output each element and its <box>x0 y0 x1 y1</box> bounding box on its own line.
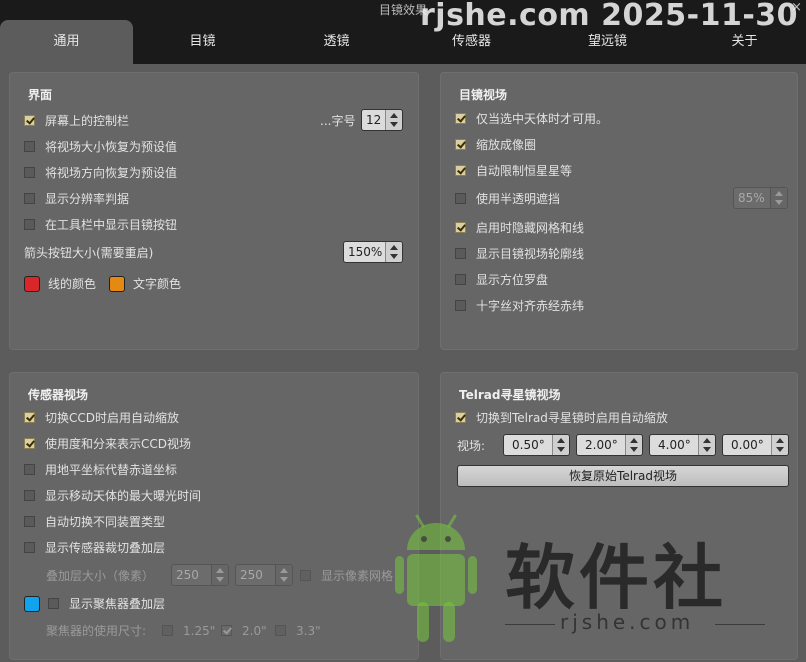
checkbox-box[interactable] <box>455 193 466 204</box>
onscreen-control-checkbox[interactable]: 屏幕上的控制栏 <box>24 112 129 130</box>
toolbar-button-checkbox[interactable]: 在工具栏中显示目镜按钮 <box>24 216 177 234</box>
checkbox-box[interactable] <box>455 165 466 176</box>
checkbox-box[interactable] <box>455 300 466 311</box>
reset-telrad-button[interactable]: 恢复原始Telrad视场 <box>457 465 789 487</box>
spin-arrows-icon[interactable] <box>275 565 292 585</box>
telrad-fov-3-spinbox[interactable]: 4.00° <box>649 434 716 456</box>
spin-arrows-icon[interactable] <box>625 435 642 455</box>
only-selected-checkbox[interactable]: 仅当选中天体时才可用。 <box>455 110 608 128</box>
checkbox-box[interactable] <box>24 115 35 126</box>
checkbox-box[interactable] <box>24 464 35 475</box>
font-size-label: ...字号 <box>320 114 356 128</box>
site-watermark: 软件社 <box>505 537 727 619</box>
site-watermark-url: rjshe.com <box>560 610 695 634</box>
checkbox-box[interactable] <box>24 516 35 527</box>
degrees-minutes-checkbox[interactable]: 使用度和分来表示CCD视场 <box>24 435 191 453</box>
line-color-picker[interactable]: 线的颜色 <box>24 275 96 293</box>
focuser-size-20-checkbox[interactable]: 2.0" <box>221 622 267 640</box>
text-color-swatch[interactable] <box>109 275 125 292</box>
checkbox-box[interactable] <box>48 598 59 609</box>
horizontal-coords-checkbox[interactable]: 用地平坐标代替赤道坐标 <box>24 461 177 479</box>
spin-arrows-icon[interactable] <box>385 110 402 130</box>
watermark-divider <box>715 624 765 625</box>
reset-orientation-checkbox[interactable]: 将视场方向恢复为预设值 <box>24 164 177 182</box>
limit-magnitude-checkbox[interactable]: 自动限制恒星星等 <box>455 162 572 180</box>
checkbox-box[interactable] <box>221 625 232 636</box>
interface-group: 界面 屏幕上的控制栏 ...字号 12 将视场大小恢复为预设值 将视场方向恢复为… <box>9 72 419 350</box>
scale-circle-checkbox[interactable]: 缩放成像圈 <box>455 136 536 154</box>
arrow-size-spinbox[interactable]: 150% <box>343 241 403 263</box>
checkbox-box[interactable] <box>162 625 173 636</box>
checkbox-box[interactable] <box>24 193 35 204</box>
telrad-fov-2-spinbox[interactable]: 2.00° <box>576 434 643 456</box>
checkbox-box[interactable] <box>24 141 35 152</box>
focuser-overlay-row[interactable]: 显示聚焦器叠加层 <box>24 595 165 613</box>
font-size-spinbox[interactable]: 12 <box>361 109 403 131</box>
overlay-size-label: 叠加层大小（像素） <box>46 569 155 583</box>
overlay-height-spinbox[interactable]: 250 <box>235 564 293 586</box>
hide-grid-checkbox[interactable]: 启用时隐藏网格和线 <box>455 219 584 237</box>
spin-arrows-icon[interactable] <box>771 435 788 455</box>
telrad-title: Telrad寻星镜视场 <box>459 388 561 402</box>
eyepiece-fov-title: 目镜视场 <box>459 88 508 102</box>
checkbox-box[interactable] <box>24 542 35 553</box>
checkbox-box[interactable] <box>455 248 466 259</box>
android-logo-icon <box>395 514 477 642</box>
spin-arrows-icon[interactable] <box>552 435 569 455</box>
auto-switch-checkbox[interactable]: 自动切换不同装置类型 <box>24 513 165 531</box>
crop-overlay-checkbox[interactable]: 显示传感器裁切叠加层 <box>24 539 165 557</box>
pixel-grid-checkbox[interactable]: 显示像素网格 <box>300 567 393 585</box>
show-compass-checkbox[interactable]: 显示方位罗盘 <box>455 271 548 289</box>
eyepiece-fov-group: 目镜视场 仅当选中天体时才可用。 缩放成像圈 自动限制恒星星等 使用半透明遮挡 … <box>440 72 798 350</box>
tab-telescopes[interactable]: 望远镜 <box>541 20 674 64</box>
checkbox-box[interactable] <box>24 219 35 230</box>
text-color-picker[interactable]: 文字颜色 <box>109 275 181 293</box>
interface-group-title: 界面 <box>28 88 53 102</box>
checkbox-box[interactable] <box>455 139 466 150</box>
focuser-size-label: 聚焦器的使用尺寸: <box>46 624 147 638</box>
arrow-size-label: 箭头按钮大小(需要重启) <box>24 246 154 260</box>
tab-about[interactable]: 关于 <box>678 20 806 64</box>
tab-sensors[interactable]: 传感器 <box>405 20 538 64</box>
telrad-fov-label: 视场: <box>457 439 486 453</box>
checkbox-box[interactable] <box>24 412 35 423</box>
line-color-swatch[interactable] <box>24 275 40 292</box>
checkbox-box[interactable] <box>24 167 35 178</box>
sensor-fov-group: 传感器视场 切换CCD时启用自动缩放 使用度和分来表示CCD视场 用地平坐标代替… <box>9 372 419 660</box>
reset-size-checkbox[interactable]: 将视场大小恢复为预设值 <box>24 138 177 156</box>
watermark-divider <box>505 624 555 625</box>
semi-transparent-checkbox[interactable]: 使用半透明遮挡 <box>455 190 560 208</box>
tab-eyepieces[interactable]: 目镜 <box>136 20 269 64</box>
spin-arrows-icon[interactable] <box>698 435 715 455</box>
tab-bar: 通用 目镜 透镜 传感器 望远镜 关于 <box>0 20 806 64</box>
sensor-fov-title: 传感器视场 <box>28 388 89 402</box>
max-exposure-checkbox[interactable]: 显示移动天体的最大曝光时间 <box>24 487 201 505</box>
focuser-size-125-checkbox[interactable]: 1.25" <box>162 622 215 640</box>
telrad-auto-zoom-checkbox[interactable]: 切换到Telrad寻星镜时启用自动缩放 <box>455 409 668 427</box>
sensor-auto-zoom-checkbox[interactable]: 切换CCD时启用自动缩放 <box>24 409 179 427</box>
checkbox-box[interactable] <box>455 412 466 423</box>
spin-arrows-icon[interactable] <box>770 188 787 208</box>
transparency-spinbox[interactable]: 85% <box>733 187 788 209</box>
checkbox-box[interactable] <box>455 222 466 233</box>
checkbox-box[interactable] <box>455 113 466 124</box>
crosshair-align-checkbox[interactable]: 十字丝对齐赤经赤纬 <box>455 297 584 315</box>
show-outline-checkbox[interactable]: 显示目镜视场轮廓线 <box>455 245 584 263</box>
checkbox-box[interactable] <box>275 625 286 636</box>
telrad-fov-1-spinbox[interactable]: 0.50° <box>503 434 570 456</box>
checkbox-box[interactable] <box>24 438 35 449</box>
focuser-size-33-checkbox[interactable]: 3.3" <box>275 622 321 640</box>
spin-arrows-icon[interactable] <box>211 565 228 585</box>
tab-lenses[interactable]: 透镜 <box>270 20 403 64</box>
tab-general[interactable]: 通用 <box>0 20 133 64</box>
checkbox-box[interactable] <box>300 570 311 581</box>
checkbox-box[interactable] <box>455 274 466 285</box>
telrad-fov-4-spinbox[interactable]: 0.00° <box>722 434 789 456</box>
spin-arrows-icon[interactable] <box>385 242 402 262</box>
checkbox-box[interactable] <box>24 490 35 501</box>
overlay-width-spinbox[interactable]: 250 <box>171 564 229 586</box>
show-resolution-checkbox[interactable]: 显示分辨率判据 <box>24 190 129 208</box>
focuser-color-swatch[interactable] <box>24 595 40 612</box>
